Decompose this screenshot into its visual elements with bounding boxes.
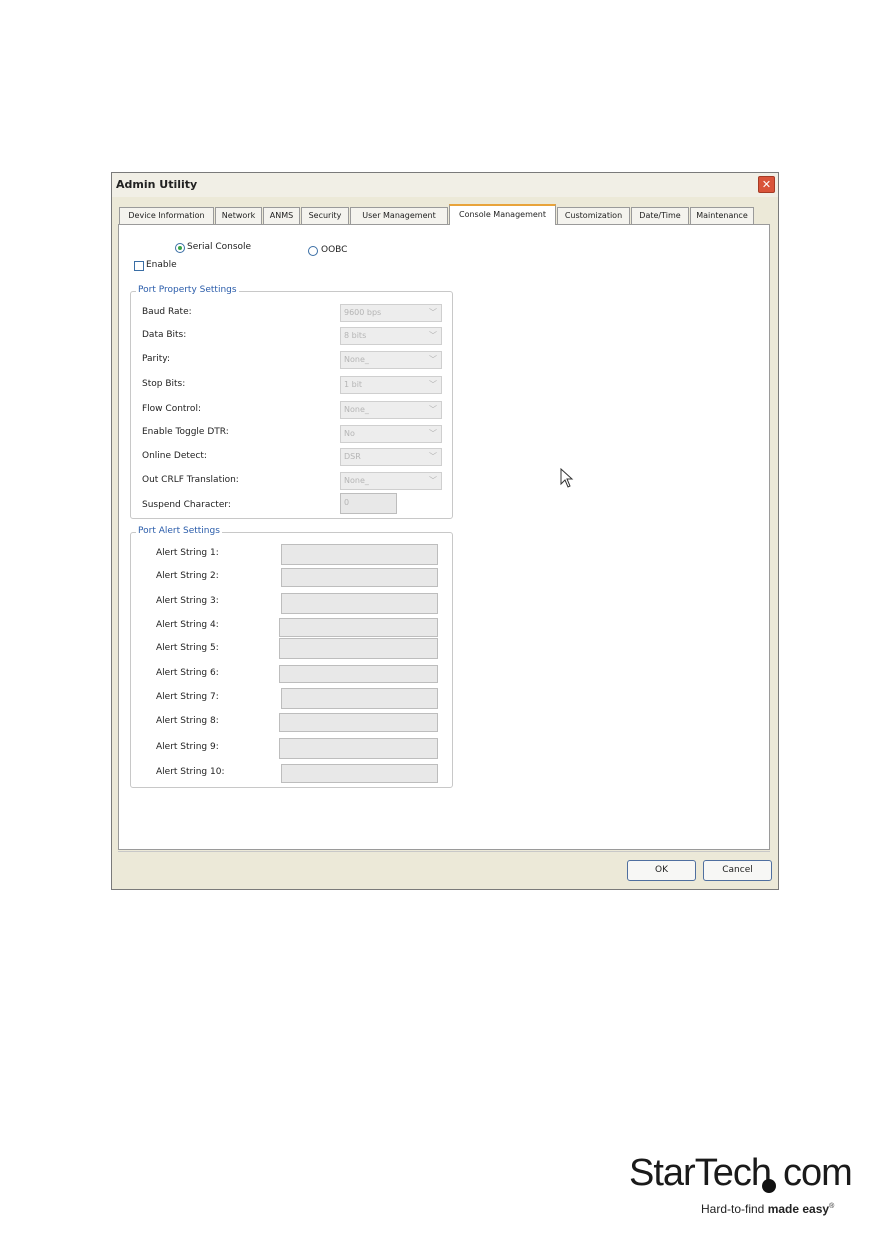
data-bits-select[interactable]: 8 bits ﹀ xyxy=(340,327,442,345)
out-crlf-translation-label: Out CRLF Translation: xyxy=(142,475,239,485)
footer-divider xyxy=(118,851,770,852)
chevron-down-icon: ﹀ xyxy=(429,355,437,364)
chevron-down-icon: ﹀ xyxy=(429,476,437,485)
startech-logo: StarTech com Hard-to-find made easy® xyxy=(629,1152,853,1222)
alert-string-3-label: Alert String 3: xyxy=(156,596,219,606)
console-management-panel: Serial Console OOBC Enable Port Property… xyxy=(118,224,770,850)
tab-maintenance[interactable]: Maintenance xyxy=(690,207,754,224)
brand-suffix: com xyxy=(782,1152,853,1194)
out-crlf-translation-select[interactable]: None_ ﹀ xyxy=(340,472,442,490)
flow-control-select[interactable]: None_ ﹀ xyxy=(340,401,442,419)
alert-string-6-label: Alert String 6: xyxy=(156,668,219,678)
chevron-down-icon: ﹀ xyxy=(429,452,437,461)
alert-string-7-label: Alert String 7: xyxy=(156,692,219,702)
alert-string-9-input[interactable] xyxy=(279,738,438,759)
stop-bits-label: Stop Bits: xyxy=(142,379,186,389)
enable-toggle-dtr-select[interactable]: No ﹀ xyxy=(340,425,442,443)
brand-wordmark: StarTech com xyxy=(629,1152,853,1195)
flow-control-label: Flow Control: xyxy=(142,404,201,414)
stop-bits-select[interactable]: 1 bit ﹀ xyxy=(340,376,442,394)
tab-network[interactable]: Network xyxy=(215,207,262,224)
port-alert-legend: Port Alert Settings xyxy=(136,526,222,536)
alert-string-6-input[interactable] xyxy=(279,665,438,683)
port-alert-group: Port Alert Settings Alert String 1: Aler… xyxy=(130,526,453,788)
baud-rate-label: Baud Rate: xyxy=(142,307,192,317)
tab-device-information[interactable]: Device Information xyxy=(119,207,214,224)
enable-checkbox[interactable] xyxy=(134,261,144,271)
data-bits-label: Data Bits: xyxy=(142,330,187,340)
suspend-character-label: Suspend Character: xyxy=(142,500,231,510)
alert-string-8-input[interactable] xyxy=(279,713,438,732)
mouse-pointer-icon xyxy=(560,468,574,488)
tab-customization[interactable]: Customization xyxy=(557,207,630,224)
chevron-down-icon: ﹀ xyxy=(429,331,437,340)
baud-rate-select[interactable]: 9600 bps ﹀ xyxy=(340,304,442,322)
chevron-down-icon: ﹀ xyxy=(429,429,437,438)
serial-console-label: Serial Console xyxy=(187,242,252,252)
suspend-character-input[interactable]: 0 xyxy=(340,493,397,514)
window-title: Admin Utility xyxy=(116,178,198,191)
alert-string-5-label: Alert String 5: xyxy=(156,643,219,653)
title-bar: Admin Utility ✕ xyxy=(112,173,778,197)
cancel-button[interactable]: Cancel xyxy=(703,860,772,881)
alert-string-10-input[interactable] xyxy=(281,764,438,783)
alert-string-1-input[interactable] xyxy=(281,544,438,565)
parity-select[interactable]: None_ ﹀ xyxy=(340,351,442,369)
online-detect-select[interactable]: DSR ﹀ xyxy=(340,448,442,466)
chevron-down-icon: ﹀ xyxy=(429,405,437,414)
serial-console-radio[interactable] xyxy=(175,243,185,253)
tab-console-management[interactable]: Console Management xyxy=(449,204,556,225)
brand-name: StarTech xyxy=(629,1152,772,1194)
enable-toggle-dtr-label: Enable Toggle DTR: xyxy=(142,427,229,437)
alert-string-1-label: Alert String 1: xyxy=(156,548,219,558)
alert-string-4-input[interactable] xyxy=(279,618,438,637)
alert-string-2-label: Alert String 2: xyxy=(156,571,219,581)
alert-string-10-label: Alert String 10: xyxy=(156,767,225,777)
alert-string-9-label: Alert String 9: xyxy=(156,742,219,752)
tab-user-management[interactable]: User Management xyxy=(350,207,448,224)
oobc-radio[interactable] xyxy=(308,246,318,256)
alert-string-5-input[interactable] xyxy=(279,638,438,659)
chevron-down-icon: ﹀ xyxy=(429,308,437,317)
tab-date-time[interactable]: Date/Time xyxy=(631,207,689,224)
tab-security[interactable]: Security xyxy=(301,207,349,224)
online-detect-label: Online Detect: xyxy=(142,451,207,461)
alert-string-2-input[interactable] xyxy=(281,568,438,587)
brand-tagline: Hard-to-find made easy® xyxy=(701,1202,835,1216)
ok-button[interactable]: OK xyxy=(627,860,696,881)
close-button[interactable]: ✕ xyxy=(758,176,775,193)
alert-string-3-input[interactable] xyxy=(281,593,438,614)
parity-label: Parity: xyxy=(142,354,170,364)
port-property-group: Port Property Settings Baud Rate: 9600 b… xyxy=(130,285,453,519)
chevron-down-icon: ﹀ xyxy=(429,380,437,389)
alert-string-4-label: Alert String 4: xyxy=(156,620,219,630)
brand-dot xyxy=(762,1179,776,1193)
port-property-legend: Port Property Settings xyxy=(136,285,239,295)
oobc-label: OOBC xyxy=(321,245,348,255)
alert-string-8-label: Alert String 8: xyxy=(156,716,219,726)
tab-anms[interactable]: ANMS xyxy=(263,207,300,224)
close-icon: ✕ xyxy=(761,178,772,191)
enable-label: Enable xyxy=(146,260,177,270)
alert-string-7-input[interactable] xyxy=(281,688,438,709)
admin-utility-window: Admin Utility ✕ Device Information Netwo… xyxy=(111,172,779,890)
